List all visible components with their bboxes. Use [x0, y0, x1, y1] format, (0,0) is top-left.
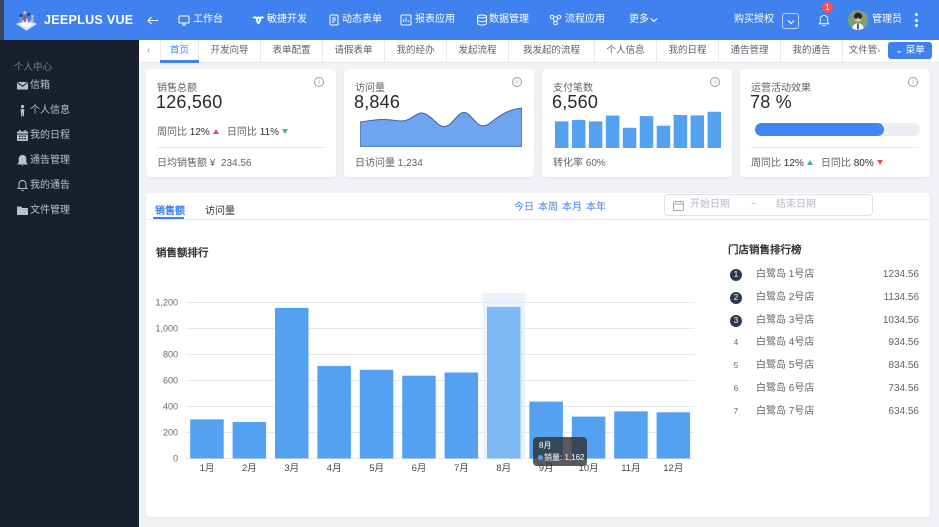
svg-text:11月: 11月	[621, 463, 640, 474]
svg-text:8月: 8月	[496, 463, 511, 474]
svg-text:2月: 2月	[242, 463, 257, 474]
svg-text:12月: 12月	[663, 463, 683, 474]
svg-text:5月: 5月	[369, 463, 384, 474]
svg-text:200: 200	[163, 428, 178, 438]
svg-text:600: 600	[163, 376, 178, 386]
svg-text:3月: 3月	[284, 463, 299, 474]
svg-text:1月: 1月	[200, 463, 215, 474]
svg-text:800: 800	[163, 350, 178, 360]
svg-text:7月: 7月	[454, 463, 469, 474]
svg-text:6月: 6月	[412, 463, 427, 474]
svg-text:1,000: 1,000	[155, 324, 178, 334]
svg-text:0: 0	[173, 454, 178, 464]
svg-text:4月: 4月	[327, 463, 342, 474]
svg-text:400: 400	[163, 402, 178, 412]
svg-text:1,200: 1,200	[155, 298, 178, 308]
